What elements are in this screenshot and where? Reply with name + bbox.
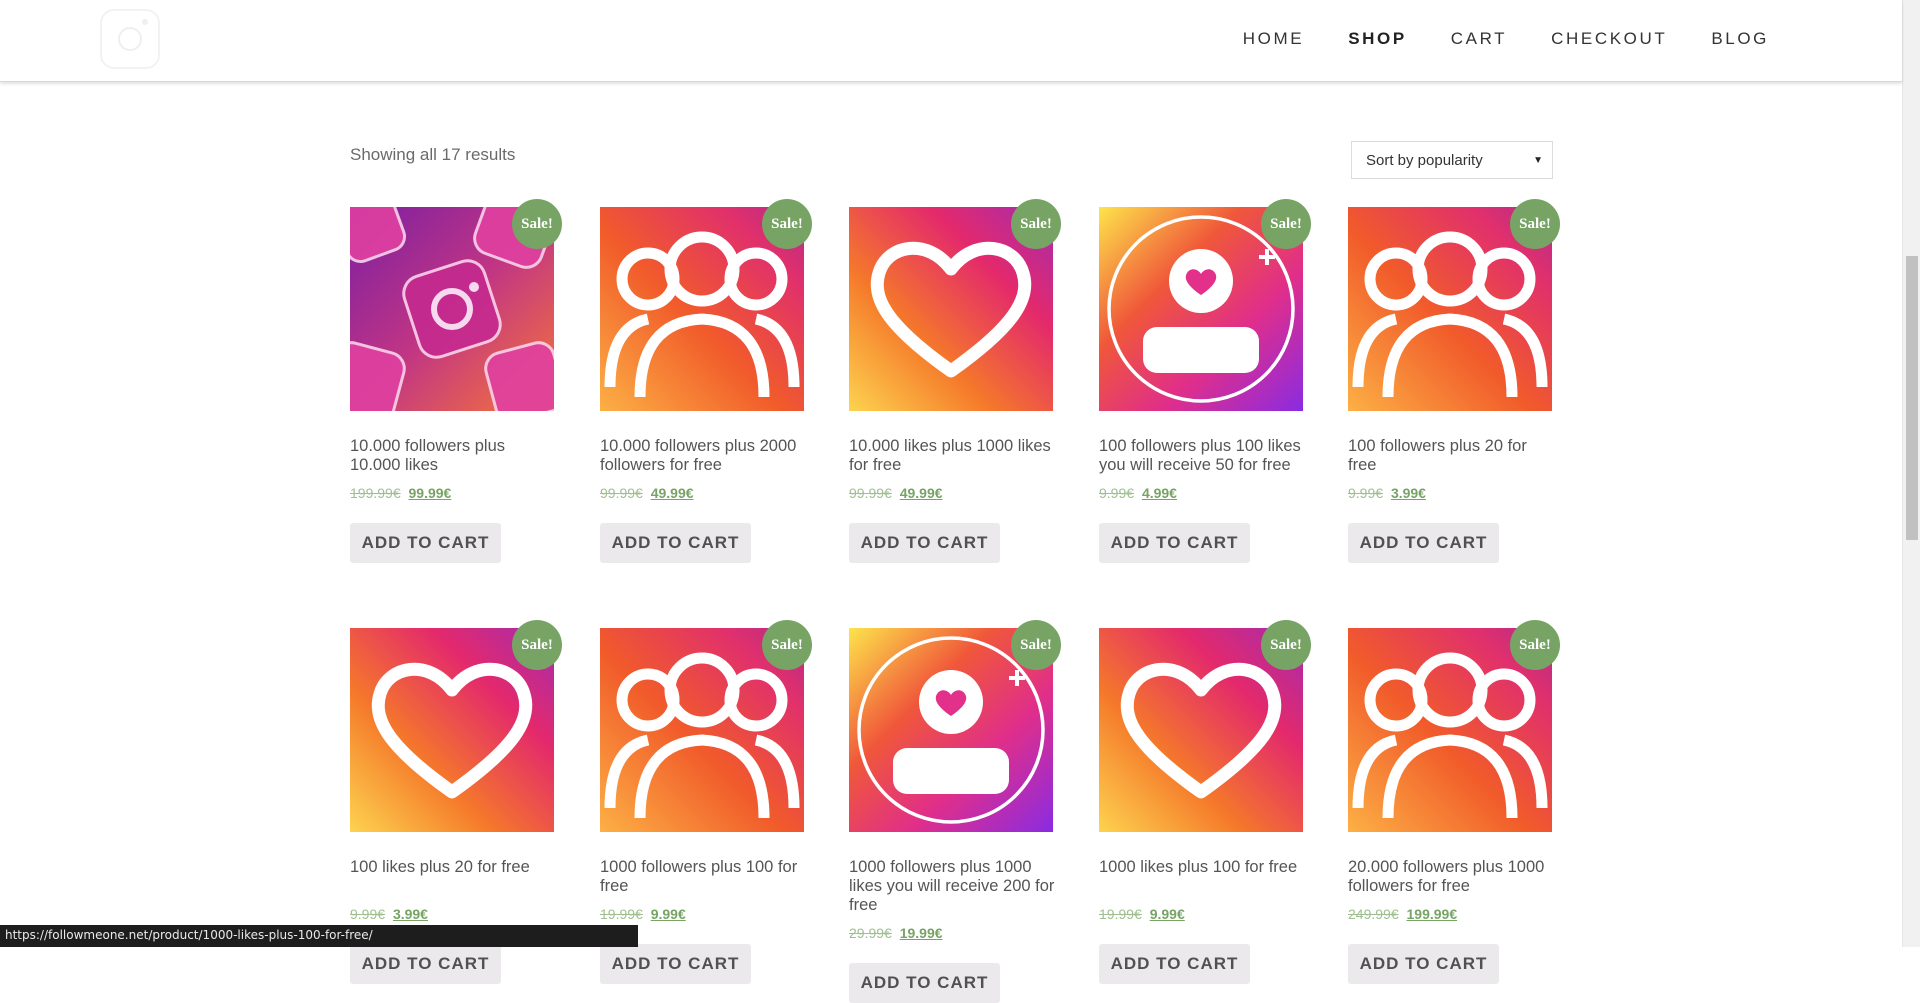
sort-selected-value: Sort by popularity (1366, 152, 1483, 169)
old-price: 99.99€ (600, 485, 643, 501)
product-title[interactable]: 1000 followers plus 1000 likes you will … (849, 858, 1059, 915)
sale-badge: Sale! (1011, 620, 1061, 670)
sale-price: 3.99€ (392, 906, 428, 922)
sale-price: 19.99€ (899, 925, 943, 941)
sale-price: 3.99€ (1390, 485, 1426, 501)
old-price: 19.99€ (600, 906, 643, 922)
add-to-cart-button[interactable]: ADD TO CART (600, 944, 751, 984)
page-scrollbar[interactable] (1902, 0, 1920, 947)
nav-cart[interactable]: CART (1451, 29, 1507, 49)
sale-badge: Sale! (1510, 620, 1560, 670)
product-title[interactable]: 10.000 likes plus 1000 likes for free (849, 437, 1059, 475)
add-to-cart-button[interactable]: ADD TO CART (849, 963, 1000, 1003)
product-price: 99.99€ 49.99€ (849, 485, 943, 501)
results-count: Showing all 17 results (350, 145, 516, 164)
sale-price: 99.99€ (408, 485, 452, 501)
sale-badge: Sale! (1261, 620, 1311, 670)
sort-select[interactable]: Sort by popularity ▼ (1351, 141, 1553, 179)
product-price: 99.99€ 49.99€ (600, 485, 694, 501)
old-price: 29.99€ (849, 925, 892, 941)
add-to-cart-button[interactable]: ADD TO CART (350, 523, 501, 563)
product-price: 9.99€ 4.99€ (1099, 485, 1177, 501)
old-price: 249.99€ (1348, 906, 1399, 922)
site-header: HOME SHOP CART CHECKOUT BLOG (0, 0, 1902, 82)
sale-price: 49.99€ (650, 485, 694, 501)
sale-badge: Sale! (512, 199, 562, 249)
product-title[interactable]: 10.000 followers plus 10.000 likes (350, 437, 560, 475)
sale-price: 9.99€ (650, 906, 686, 922)
nav-home[interactable]: HOME (1243, 29, 1304, 49)
site-logo[interactable] (100, 9, 160, 69)
scrollbar-thumb[interactable] (1906, 256, 1918, 540)
nav-blog[interactable]: BLOG (1711, 29, 1769, 49)
old-price: 9.99€ (350, 906, 386, 922)
add-to-cart-button[interactable]: ADD TO CART (600, 523, 751, 563)
add-to-cart-button[interactable]: ADD TO CART (1099, 523, 1250, 563)
camera-dot-icon (142, 19, 148, 25)
product-title[interactable]: 20.000 followers plus 1000 followers for… (1348, 858, 1558, 896)
sale-badge: Sale! (512, 620, 562, 670)
product-price: 249.99€ 199.99€ (1348, 906, 1457, 922)
add-to-cart-button[interactable]: ADD TO CART (1348, 523, 1499, 563)
sale-badge: Sale! (1011, 199, 1061, 249)
old-price: 9.99€ (1099, 485, 1135, 501)
status-bar-url: https://followmeone.net/product/1000-lik… (0, 925, 638, 947)
product-title[interactable]: 10.000 followers plus 2000 followers for… (600, 437, 810, 475)
main-nav: HOME SHOP CART CHECKOUT BLOG (1243, 29, 1769, 49)
old-price: 9.99€ (1348, 485, 1384, 501)
old-price: 199.99€ (350, 485, 401, 501)
sale-badge: Sale! (762, 199, 812, 249)
product-title[interactable]: 1000 followers plus 100 for free (600, 858, 810, 896)
add-to-cart-button[interactable]: ADD TO CART (350, 944, 501, 984)
add-to-cart-button[interactable]: ADD TO CART (1099, 944, 1250, 984)
product-price: 29.99€ 19.99€ (849, 925, 943, 941)
old-price: 99.99€ (849, 485, 892, 501)
product-title[interactable]: 100 followers plus 100 likes you will re… (1099, 437, 1309, 475)
sale-badge: Sale! (762, 620, 812, 670)
sale-price: 199.99€ (1406, 906, 1458, 922)
sale-badge: Sale! (1261, 199, 1311, 249)
camera-lens-icon (118, 27, 142, 51)
sale-price: 4.99€ (1141, 485, 1177, 501)
nav-shop[interactable]: SHOP (1348, 29, 1407, 49)
add-to-cart-button[interactable]: ADD TO CART (1348, 944, 1499, 984)
product-title[interactable]: 100 likes plus 20 for free (350, 858, 560, 877)
sale-badge: Sale! (1510, 199, 1560, 249)
nav-checkout[interactable]: CHECKOUT (1551, 29, 1667, 49)
product-price: 19.99€ 9.99€ (600, 906, 686, 922)
product-price: 9.99€ 3.99€ (1348, 485, 1426, 501)
product-title[interactable]: 1000 likes plus 100 for free (1099, 858, 1309, 877)
old-price: 19.99€ (1099, 906, 1142, 922)
product-price: 199.99€ 99.99€ (350, 485, 451, 501)
sale-price: 49.99€ (899, 485, 943, 501)
sale-price: 9.99€ (1149, 906, 1185, 922)
product-price: 19.99€ 9.99€ (1099, 906, 1185, 922)
add-to-cart-button[interactable]: ADD TO CART (849, 523, 1000, 563)
product-title[interactable]: 100 followers plus 20 for free (1348, 437, 1558, 475)
dropdown-caret-icon: ▼ (1533, 155, 1543, 166)
product-price: 9.99€ 3.99€ (350, 906, 428, 922)
